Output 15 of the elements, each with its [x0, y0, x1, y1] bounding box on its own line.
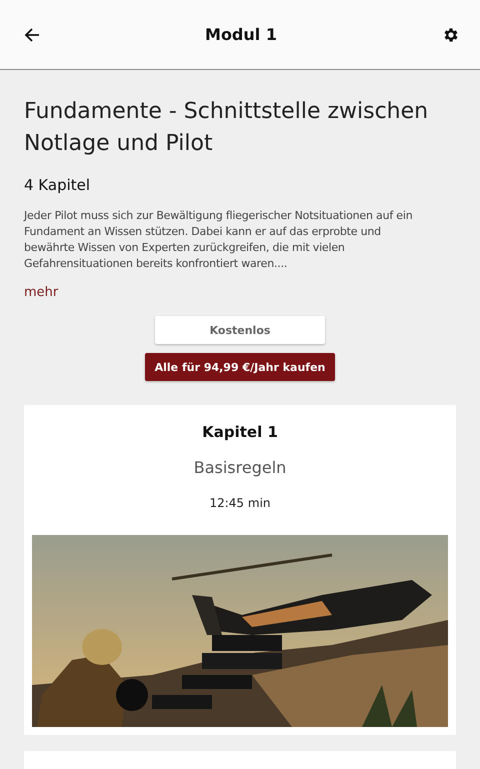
module-title: Fundamente - Schnittstelle zwischen Notlage und Pilot [24, 98, 430, 158]
back-button[interactable] [24, 26, 40, 42]
chapter-count: 4 Kapitel [24, 176, 92, 194]
buy-button[interactable]: Alle für 94,99 €/Jahr kaufen [144, 353, 336, 381]
free-button[interactable]: Kostenlos [155, 316, 325, 344]
module-description: Jeder Pilot muss sich zur Bewältigung fliegerischer Notsituationen auf ein Fundament an Wissen stützen. Dabei kann er auf das erprobte und bewährte Wissen von Experten zurückgreifen, die mit vielen Gefahrensituationen bereits konfrontiert waren.... [24, 208, 414, 272]
back-arrow-icon [24, 26, 40, 42]
settings-icon [442, 26, 460, 44]
more-link[interactable]: mehr [24, 285, 58, 300]
chapter-duration: 12:45 min [209, 496, 271, 510]
chapter-card[interactable]: Kapitel 1 Basisregeln 12:45 min [24, 405, 456, 735]
chapter-heading: Kapitel 1 [202, 423, 278, 441]
chapter-name: Basisregeln [194, 458, 286, 477]
settings-button[interactable] [442, 26, 460, 44]
screen-title: Modul 1 [205, 25, 277, 44]
